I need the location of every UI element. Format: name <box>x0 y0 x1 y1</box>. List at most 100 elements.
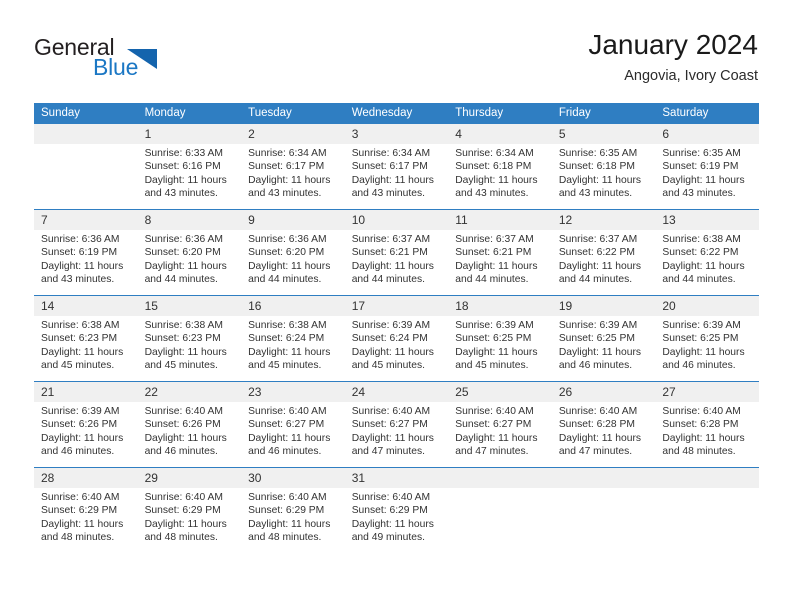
day-info-sunset: Sunset: 6:16 PM <box>144 161 221 173</box>
day-info-daylight-2: and 43 minutes. <box>351 188 425 200</box>
day-number-cell[interactable]: 27 <box>655 381 759 402</box>
day-number-cell[interactable]: 9 <box>241 209 345 230</box>
day-info-daylight-1: Daylight: 11 hours <box>558 432 642 444</box>
day-info-daylight-2: and 44 minutes. <box>558 274 633 286</box>
day-info-cell[interactable]: Sunrise: 6:39 AM Sunset: 6:25 PM Daylight:… <box>655 316 759 382</box>
calendar-week-date-row: 21 22 23 24 25 26 27 <box>34 381 759 402</box>
day-info-cell[interactable] <box>448 488 552 553</box>
day-info-daylight-2: and 46 minutes. <box>41 446 115 458</box>
day-info-cell[interactable]: Sunrise: 6:33 AM Sunset: 6:16 PM Daylight:… <box>137 144 242 210</box>
day-info-cell[interactable]: Sunrise: 6:38 AM Sunset: 6:23 PM Daylight:… <box>137 316 242 382</box>
day-info-cell[interactable]: Sunrise: 6:40 AM Sunset: 6:29 PM Daylight:… <box>241 488 345 553</box>
day-number-cell[interactable]: 2 <box>241 124 345 144</box>
day-info-cell[interactable]: Sunrise: 6:35 AM Sunset: 6:19 PM Daylight:… <box>655 144 759 210</box>
day-info-sunrise: Sunrise: 6:34 AM <box>248 148 327 159</box>
day-number-cell[interactable]: 12 <box>551 209 656 230</box>
day-number-cell[interactable]: 10 <box>344 209 449 230</box>
day-info-cell[interactable]: Sunrise: 6:37 AM Sunset: 6:21 PM Daylight:… <box>344 230 449 296</box>
day-info-daylight-2: and 43 minutes. <box>455 188 529 200</box>
day-info-cell[interactable]: Sunrise: 6:40 AM Sunset: 6:28 PM Daylight:… <box>551 402 656 468</box>
day-info-daylight-2: and 47 minutes. <box>558 446 633 458</box>
day-info-cell[interactable] <box>34 144 138 210</box>
day-info-cell[interactable]: Sunrise: 6:34 AM Sunset: 6:18 PM Daylight:… <box>448 144 552 210</box>
day-number-cell[interactable]: 24 <box>344 381 449 402</box>
brand-logo[interactable]: General Blue <box>34 34 264 92</box>
weekday-header-monday: Monday <box>137 103 242 124</box>
day-number-cell[interactable]: 26 <box>551 381 656 402</box>
day-info-cell[interactable]: Sunrise: 6:40 AM Sunset: 6:29 PM Daylight:… <box>34 488 138 553</box>
day-info-daylight-1: Daylight: 11 hours <box>455 346 538 358</box>
day-number-cell[interactable]: 4 <box>448 124 552 144</box>
day-number-cell[interactable]: 22 <box>137 381 242 402</box>
calendar-week-info-row: Sunrise: 6:36 AM Sunset: 6:19 PM Daylight:… <box>34 230 759 296</box>
day-number-cell[interactable]: 28 <box>34 467 138 488</box>
day-info-cell[interactable]: Sunrise: 6:40 AM Sunset: 6:29 PM Daylight:… <box>137 488 242 553</box>
day-number-cell[interactable]: 21 <box>34 381 138 402</box>
day-number-cell[interactable]: 15 <box>137 295 242 316</box>
day-number-cell[interactable]: 6 <box>655 124 759 144</box>
day-info-cell[interactable]: Sunrise: 6:35 AM Sunset: 6:18 PM Daylight:… <box>551 144 656 210</box>
day-info-daylight-1: Daylight: 11 hours <box>41 518 124 530</box>
day-number-cell[interactable]: 31 <box>344 467 449 488</box>
day-info-cell[interactable] <box>655 488 759 553</box>
day-number-cell[interactable]: 17 <box>344 295 449 316</box>
day-info-cell[interactable] <box>551 488 656 553</box>
day-info-cell[interactable]: Sunrise: 6:40 AM Sunset: 6:26 PM Daylight:… <box>137 402 242 468</box>
day-number-cell[interactable]: 8 <box>137 209 242 230</box>
day-number-cell[interactable]: 3 <box>344 124 449 144</box>
day-number-cell[interactable]: 19 <box>551 295 656 316</box>
day-info-sunrise: Sunrise: 6:40 AM <box>248 406 327 417</box>
day-number-cell[interactable] <box>34 124 138 144</box>
day-info-cell[interactable]: Sunrise: 6:40 AM Sunset: 6:27 PM Daylight:… <box>344 402 449 468</box>
day-number-cell[interactable]: 20 <box>655 295 759 316</box>
day-number-cell[interactable]: 1 <box>137 124 242 144</box>
day-number-cell[interactable]: 13 <box>655 209 759 230</box>
day-number-cell[interactable]: 29 <box>137 467 242 488</box>
day-info-cell[interactable]: Sunrise: 6:34 AM Sunset: 6:17 PM Daylight:… <box>344 144 449 210</box>
calendar-week-info-row: Sunrise: 6:33 AM Sunset: 6:16 PM Daylight:… <box>34 144 759 210</box>
day-number-cell[interactable]: 30 <box>241 467 345 488</box>
day-info-cell[interactable]: Sunrise: 6:38 AM Sunset: 6:24 PM Daylight:… <box>241 316 345 382</box>
day-info-sunrise: Sunrise: 6:40 AM <box>351 406 431 417</box>
day-info-daylight-1: Daylight: 11 hours <box>144 346 227 358</box>
day-info-cell[interactable]: Sunrise: 6:34 AM Sunset: 6:17 PM Daylight:… <box>241 144 345 210</box>
day-number-cell[interactable] <box>448 467 552 488</box>
day-info-cell[interactable]: Sunrise: 6:37 AM Sunset: 6:22 PM Daylight:… <box>551 230 656 296</box>
day-number-cell[interactable]: 7 <box>34 209 138 230</box>
day-info-cell[interactable]: Sunrise: 6:36 AM Sunset: 6:20 PM Daylight:… <box>137 230 242 296</box>
day-info-sunset: Sunset: 6:24 PM <box>248 333 325 345</box>
calendar-table: Sunday Monday Tuesday Wednesday Thursday… <box>34 103 759 553</box>
day-info-daylight-1: Daylight: 11 hours <box>351 432 434 444</box>
day-number-cell[interactable]: 5 <box>551 124 656 144</box>
day-info-daylight-1: Daylight: 11 hours <box>558 260 642 272</box>
day-number-cell[interactable]: 18 <box>448 295 552 316</box>
day-info-cell[interactable]: Sunrise: 6:39 AM Sunset: 6:24 PM Daylight:… <box>344 316 449 382</box>
day-info-cell[interactable]: Sunrise: 6:38 AM Sunset: 6:23 PM Daylight:… <box>34 316 138 382</box>
day-info-cell[interactable]: Sunrise: 6:39 AM Sunset: 6:26 PM Daylight:… <box>34 402 138 468</box>
day-number-cell[interactable]: 11 <box>448 209 552 230</box>
day-number-cell[interactable]: 23 <box>241 381 345 402</box>
day-number-cell[interactable]: 16 <box>241 295 345 316</box>
day-info-daylight-2: and 43 minutes. <box>144 188 218 200</box>
day-info-cell[interactable]: Sunrise: 6:36 AM Sunset: 6:19 PM Daylight:… <box>34 230 138 296</box>
day-info-cell[interactable]: Sunrise: 6:39 AM Sunset: 6:25 PM Daylight:… <box>448 316 552 382</box>
day-info-cell[interactable]: Sunrise: 6:39 AM Sunset: 6:25 PM Daylight:… <box>551 316 656 382</box>
page-subtitle: Angovia, Ivory Coast <box>624 68 758 84</box>
day-info-cell[interactable]: Sunrise: 6:40 AM Sunset: 6:27 PM Daylight:… <box>241 402 345 468</box>
day-number-cell[interactable] <box>551 467 656 488</box>
weekday-header-thursday: Thursday <box>448 103 552 124</box>
day-info-cell[interactable]: Sunrise: 6:40 AM Sunset: 6:27 PM Daylight:… <box>448 402 552 468</box>
day-info-sunset: Sunset: 6:28 PM <box>558 419 635 431</box>
day-info-sunset: Sunset: 6:18 PM <box>455 161 532 173</box>
day-info-daylight-1: Daylight: 11 hours <box>455 260 538 272</box>
day-info-cell[interactable]: Sunrise: 6:37 AM Sunset: 6:21 PM Daylight:… <box>448 230 552 296</box>
day-number-cell[interactable]: 25 <box>448 381 552 402</box>
day-number-cell[interactable] <box>655 467 759 488</box>
day-number-cell[interactable]: 14 <box>34 295 138 316</box>
day-info-cell[interactable]: Sunrise: 6:40 AM Sunset: 6:28 PM Daylight:… <box>655 402 759 468</box>
day-info-sunset: Sunset: 6:29 PM <box>144 505 221 517</box>
day-info-cell[interactable]: Sunrise: 6:36 AM Sunset: 6:20 PM Daylight:… <box>241 230 345 296</box>
day-info-cell[interactable]: Sunrise: 6:40 AM Sunset: 6:29 PM Daylight:… <box>344 488 449 553</box>
day-info-sunset: Sunset: 6:22 PM <box>662 247 739 259</box>
day-info-cell[interactable]: Sunrise: 6:38 AM Sunset: 6:22 PM Daylight:… <box>655 230 759 296</box>
